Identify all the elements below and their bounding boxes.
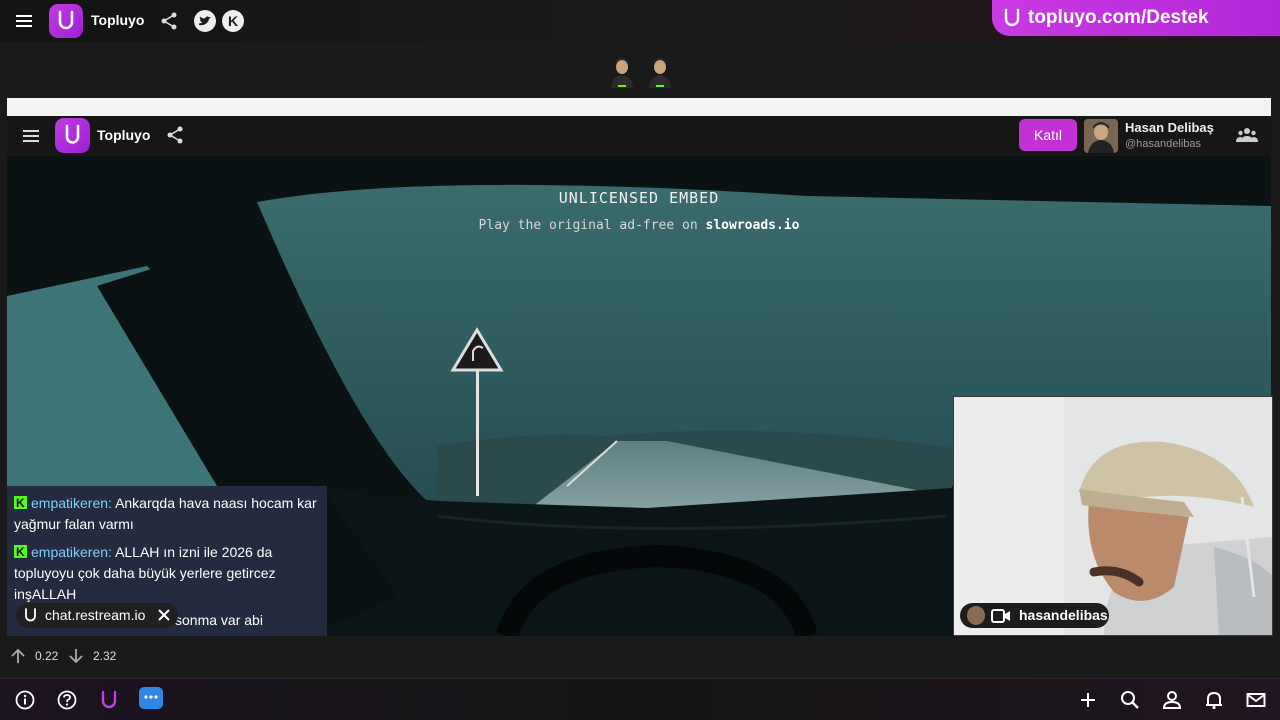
- support-link-pill[interactable]: topluyo.com/Destek: [992, 0, 1280, 36]
- webcam-label: hasandelibas: [960, 603, 1109, 628]
- chat-username[interactable]: empatikeren: [31, 495, 108, 511]
- twitter-icon[interactable]: [194, 10, 216, 32]
- viewer-avatar[interactable]: [608, 56, 636, 88]
- join-button[interactable]: Katıl: [1019, 119, 1077, 151]
- browser-bookmarks-strip: [7, 98, 1271, 116]
- chat-message-partial: sonma var abi: [175, 612, 263, 628]
- topluyo-logo[interactable]: [55, 118, 90, 153]
- chat-message: empatikeren: ALLAH ın izni ile 2026 da t…: [14, 542, 320, 605]
- webcam-image: [954, 397, 1272, 635]
- topluyo-logo[interactable]: [49, 4, 83, 38]
- host-name[interactable]: Hasan Delibaş: [1125, 120, 1214, 135]
- restream-toast: chat.restream.io: [16, 603, 178, 628]
- brand-name[interactable]: Topluyo: [97, 127, 150, 143]
- bottom-bar: [0, 678, 1280, 720]
- inner-top-bar: Topluyo Katıl Hasan Delibaş @hasandeliba…: [7, 116, 1271, 156]
- kick-badge-icon: [14, 542, 27, 563]
- chat-username[interactable]: empatikeren: [31, 544, 108, 560]
- video-camera-icon: [991, 609, 1010, 623]
- viewer-avatar[interactable]: [646, 56, 674, 88]
- bell-icon[interactable]: [1203, 689, 1225, 711]
- people-icon[interactable]: [1236, 126, 1258, 144]
- mail-icon[interactable]: [1245, 689, 1267, 711]
- close-icon[interactable]: [157, 608, 171, 622]
- embed-notice-prefix: Play the original ad-free on: [478, 218, 706, 233]
- support-link-text[interactable]: topluyo.com/Destek: [1028, 7, 1209, 29]
- user-icon[interactable]: [1161, 689, 1183, 711]
- menu-icon[interactable]: [14, 11, 34, 31]
- plus-icon[interactable]: [1077, 689, 1099, 711]
- arrow-down-icon: [69, 649, 83, 664]
- search-icon[interactable]: [1119, 689, 1141, 711]
- kick-badge-icon: [14, 493, 27, 514]
- topluyo-smile-icon[interactable]: [98, 689, 120, 711]
- download-speed: 2.32: [93, 649, 117, 663]
- webcam-feed: [953, 396, 1273, 636]
- toast-text: chat.restream.io: [45, 607, 146, 623]
- network-stats: 0.22 2.32: [0, 640, 1280, 676]
- topluyo-smile-icon: [25, 608, 36, 622]
- streamer-avatar: [967, 606, 985, 625]
- share-icon[interactable]: [165, 125, 185, 145]
- chat-message: empatikeren: Ankarqda hava naası hocam k…: [14, 493, 320, 535]
- host-avatar[interactable]: [1084, 119, 1118, 153]
- chat-icon[interactable]: [139, 687, 163, 709]
- info-icon[interactable]: [14, 689, 36, 711]
- help-icon[interactable]: [56, 689, 78, 711]
- arrow-up-icon: [11, 648, 25, 663]
- menu-icon[interactable]: [22, 127, 40, 145]
- topluyo-smile-icon: [1004, 8, 1020, 27]
- host-handle: @hasandelibas: [1125, 138, 1201, 150]
- top-bar: Topluyo K topluyo.com/Destek: [0, 0, 1280, 42]
- kick-icon[interactable]: K: [222, 10, 244, 32]
- upload-speed: 0.22: [35, 649, 59, 663]
- share-icon[interactable]: [159, 11, 179, 31]
- embed-notice-subtitle: Play the original ad-free on slowroads.i…: [7, 218, 1271, 233]
- embed-notice-link[interactable]: slowroads.io: [706, 218, 800, 233]
- embed-notice-title: UNLICENSED EMBED: [558, 189, 720, 207]
- webcam-username: hasandelibas: [1019, 607, 1108, 623]
- brand-name[interactable]: Topluyo: [91, 12, 144, 28]
